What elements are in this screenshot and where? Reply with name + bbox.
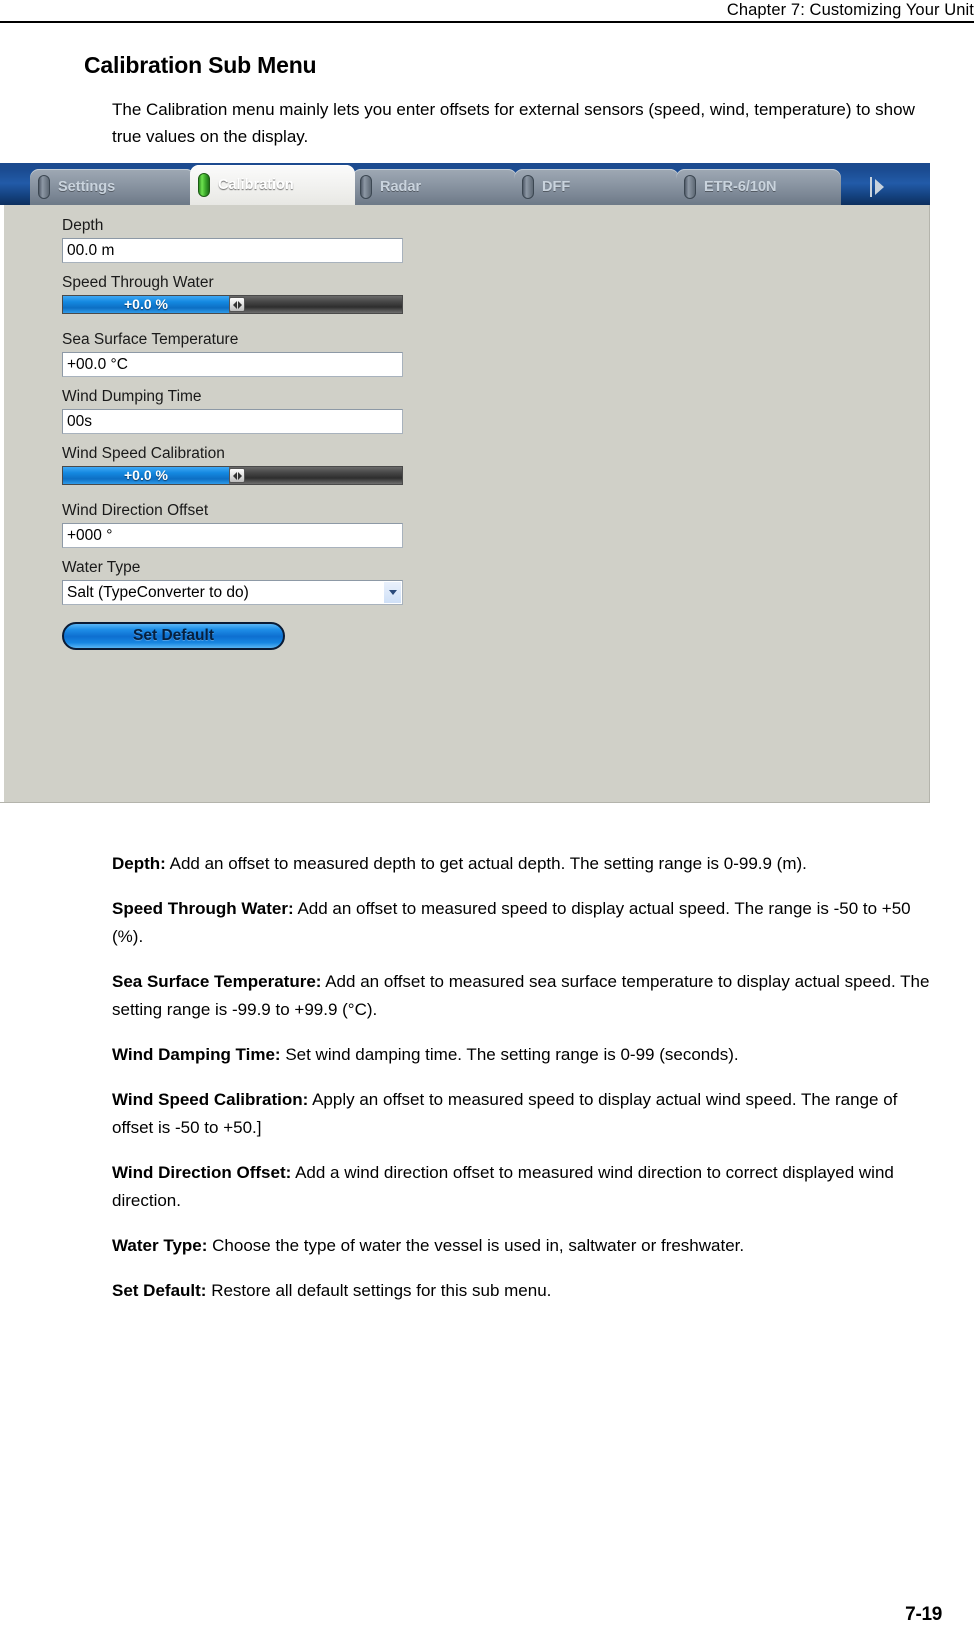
header-rule	[0, 21, 974, 23]
text-water-type: Choose the type of water the vessel is u…	[207, 1236, 745, 1255]
description-wind-speed-calibration: Wind Speed Calibration: Apply an offset …	[112, 1086, 934, 1142]
calibration-form: Depth 00.0 m Speed Through Water +0.0 % …	[62, 215, 407, 650]
slider-thumb[interactable]	[229, 297, 245, 312]
sea-surface-temperature-label: Sea Surface Temperature	[62, 331, 239, 348]
led-indicator-icon	[198, 173, 210, 197]
water-type-label: Water Type	[62, 559, 141, 576]
text-depth: Add an offset to measured depth to get a…	[165, 854, 807, 873]
wind-direction-offset-label: Wind Direction Offset	[62, 502, 209, 519]
tab-settings-label: Settings	[58, 179, 116, 195]
tab-dff-label: DFF	[542, 179, 571, 195]
wind-damping-time-label: Wind Dumping Time	[62, 388, 202, 405]
description-speed-through-water: Speed Through Water: Add an offset to me…	[112, 895, 934, 951]
tab-calibration-label: Calibration	[218, 177, 294, 193]
wind-damping-time-input[interactable]: 00s	[62, 409, 403, 434]
tab-etr[interactable]: ETR-6/10N	[676, 169, 841, 205]
led-indicator-icon	[522, 175, 534, 199]
depth-input[interactable]: 00.0 m	[62, 238, 403, 263]
term-speed-through-water: Speed Through Water:	[112, 899, 294, 918]
speed-through-water-value: +0.0 %	[124, 296, 168, 312]
description-list: Depth: Add an offset to measured depth t…	[112, 833, 934, 1322]
chevron-down-icon[interactable]	[384, 582, 401, 603]
chapter-title: Chapter 7: Customizing Your Unit	[726, 1, 974, 19]
calibration-screenshot-figure: Settings Calibration Radar DFF ETR-6/10N…	[0, 163, 930, 803]
description-water-type: Water Type: Choose the type of water the…	[112, 1232, 934, 1260]
page-number: 7-19	[905, 1604, 942, 1625]
term-set-default: Set Default:	[112, 1281, 207, 1300]
speed-through-water-slider[interactable]: +0.0 %	[62, 295, 403, 314]
page-title: Calibration Sub Menu	[84, 52, 317, 78]
sea-surface-temperature-input[interactable]: +00.0 °C	[62, 352, 403, 377]
page-header: Chapter 7: Customizing Your Unit	[0, 0, 974, 23]
tab-settings[interactable]: Settings	[30, 169, 195, 205]
term-water-type: Water Type:	[112, 1236, 208, 1255]
text-wind-damping-time: Set wind damping time. The setting range…	[280, 1045, 739, 1064]
term-wind-speed-calibration: Wind Speed Calibration:	[112, 1090, 309, 1109]
term-wind-damping-time: Wind Damping Time:	[112, 1045, 281, 1064]
tab-etr-label: ETR-6/10N	[704, 179, 777, 195]
description-sea-surface-temperature: Sea Surface Temperature: Add an offset t…	[112, 968, 934, 1024]
wind-speed-calibration-value: +0.0 %	[124, 467, 168, 483]
description-set-default: Set Default: Restore all default setting…	[112, 1277, 934, 1305]
led-indicator-icon	[684, 175, 696, 199]
term-wind-direction-offset: Wind Direction Offset:	[112, 1163, 292, 1182]
description-wind-damping-time: Wind Damping Time: Set wind damping time…	[112, 1041, 934, 1069]
tab-dff[interactable]: DFF	[514, 169, 679, 205]
wind-speed-calibration-label: Wind Speed Calibration	[62, 445, 225, 462]
text-set-default: Restore all default settings for this su…	[206, 1281, 552, 1300]
water-type-select[interactable]: Salt (TypeConverter to do)	[62, 580, 403, 605]
led-indicator-icon	[360, 175, 372, 199]
tab-calibration[interactable]: Calibration	[190, 165, 355, 205]
slider-thumb[interactable]	[229, 468, 245, 483]
speed-through-water-label: Speed Through Water	[62, 274, 214, 291]
tab-next-arrow-icon[interactable]	[864, 173, 890, 201]
intro-paragraph: The Calibration menu mainly lets you ent…	[112, 100, 915, 146]
calibration-panel: Depth 00.0 m Speed Through Water +0.0 % …	[0, 205, 930, 803]
water-type-selected-value: Salt (TypeConverter to do)	[67, 584, 249, 601]
description-depth: Depth: Add an offset to measured depth t…	[112, 850, 934, 878]
wind-direction-offset-input[interactable]: +000 °	[62, 523, 403, 548]
wind-speed-calibration-slider[interactable]: +0.0 %	[62, 466, 403, 485]
depth-label: Depth	[62, 217, 104, 234]
tab-radar[interactable]: Radar	[352, 169, 517, 205]
tab-strip: Settings Calibration Radar DFF ETR-6/10N	[0, 163, 930, 205]
description-wind-direction-offset: Wind Direction Offset: Add a wind direct…	[112, 1159, 934, 1215]
tab-radar-label: Radar	[380, 179, 422, 195]
led-indicator-icon	[38, 175, 50, 199]
term-depth: Depth:	[112, 854, 166, 873]
term-sea-surface-temperature: Sea Surface Temperature:	[112, 972, 322, 991]
set-default-button[interactable]: Set Default	[62, 622, 285, 650]
